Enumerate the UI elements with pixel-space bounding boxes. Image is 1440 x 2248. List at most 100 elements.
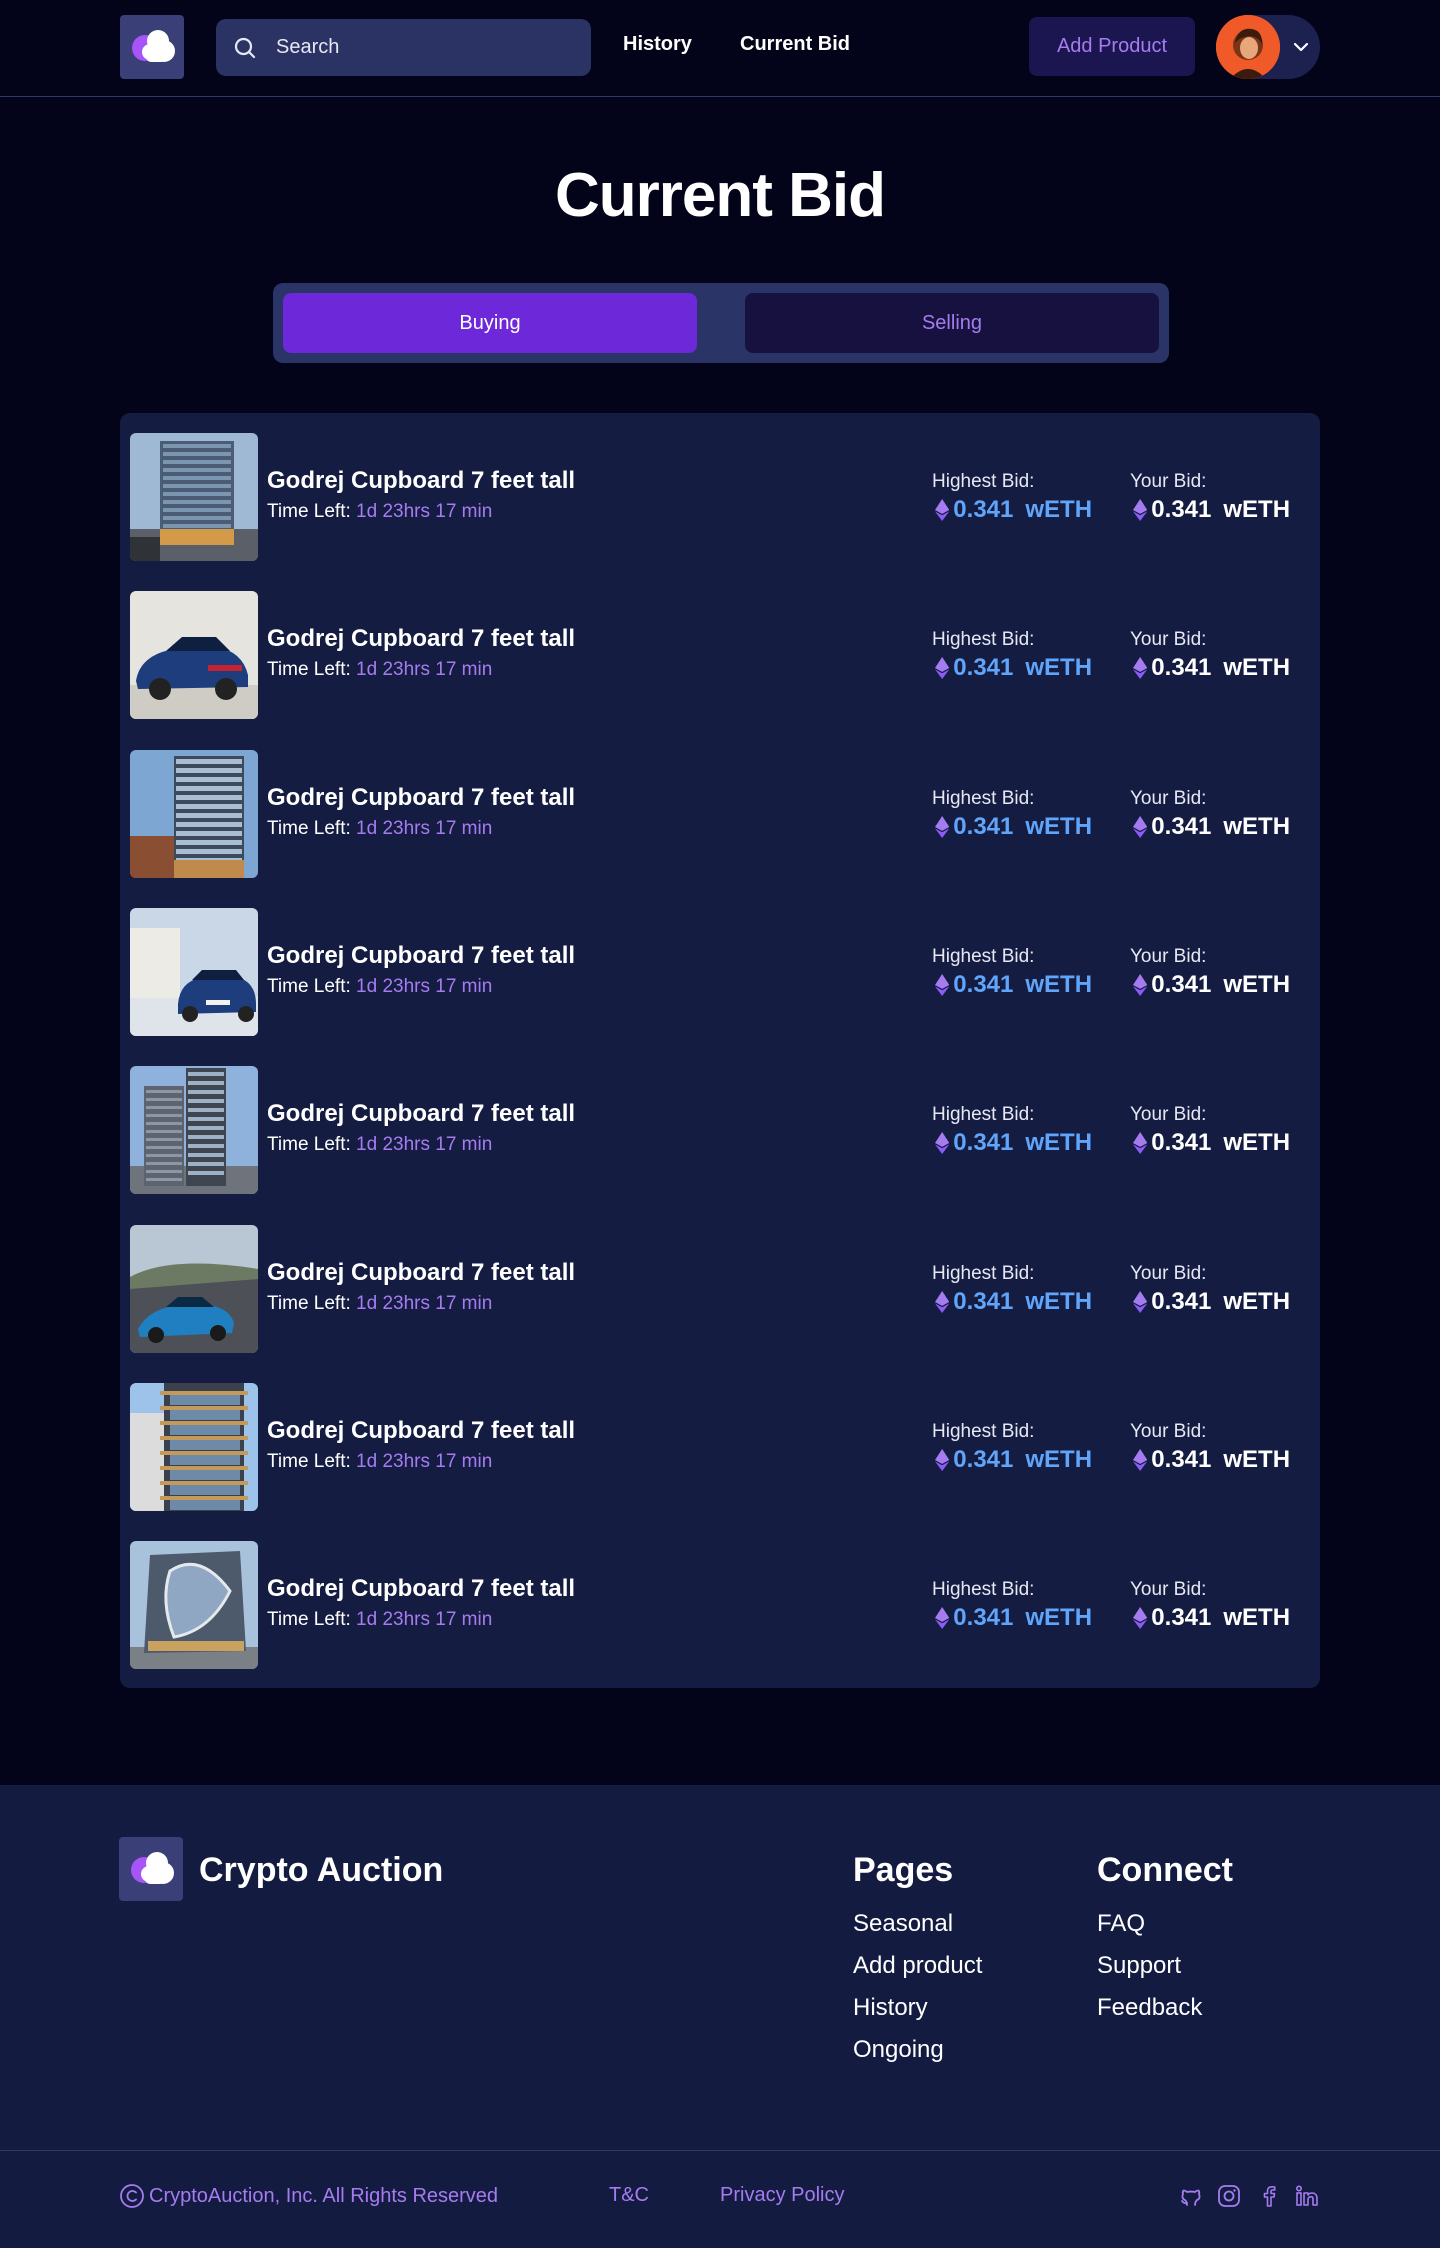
time-left-value: 1d 23hrs 17 min <box>356 1292 493 1314</box>
product-thumbnail[interactable] <box>130 433 258 561</box>
product-name[interactable]: Godrej Cupboard 7 feet tall <box>267 1575 575 1603</box>
privacy-policy-link[interactable]: Privacy Policy <box>720 2184 844 2207</box>
ethereum-icon <box>935 657 950 680</box>
bid-row[interactable]: Godrej Cupboard 7 feet tall Time Left: 1d… <box>130 1541 1310 1670</box>
ethereum-icon <box>1133 815 1148 838</box>
your-bid-amount: 0.341 wETH <box>1133 496 1290 524</box>
your-bid-unit: wETH <box>1223 654 1291 682</box>
time-left-value: 1d 23hrs 17 min <box>356 1134 493 1156</box>
highest-bid-value: 0.341 <box>953 496 1014 523</box>
product-thumbnail[interactable] <box>130 1224 258 1353</box>
footer-logo[interactable] <box>119 1837 183 1901</box>
product-thumbnail[interactable] <box>130 1382 258 1511</box>
cloud-logo-icon <box>132 30 175 62</box>
ethereum-icon <box>935 1607 950 1630</box>
highest-bid-value: 0.341 <box>953 654 1014 682</box>
your-bid-unit: wETH <box>1223 1287 1291 1315</box>
product-name[interactable]: Godrej Cupboard 7 feet tall <box>267 1259 575 1287</box>
bid-row[interactable]: Godrej Cupboard 7 feet tall Time Left: 1d… <box>130 749 1310 878</box>
nav-current-bid-link[interactable]: Current Bid <box>740 33 850 56</box>
bid-row[interactable]: Godrej Cupboard 7 feet tall Time Left: 1d… <box>130 1066 1310 1195</box>
your-bid-label: Your Bid: <box>1130 945 1207 967</box>
highest-bid-amount: 0.341 wETH <box>935 1604 1092 1632</box>
bid-row[interactable]: Godrej Cupboard 7 feet tall Time Left: 1d… <box>130 1224 1310 1353</box>
footer-link-support[interactable]: Support <box>1097 1952 1181 1980</box>
ethereum-icon <box>935 499 950 521</box>
highest-bid-unit: wETH <box>1025 812 1093 840</box>
footer-link-ongoing[interactable]: Ongoing <box>853 2036 944 2064</box>
highest-bid-label: Highest Bid: <box>932 1104 1035 1126</box>
footer-link-feedback[interactable]: Feedback <box>1097 1994 1202 2022</box>
github-icon[interactable] <box>1178 2183 1204 2209</box>
footer-pages-heading: Pages <box>853 1851 954 1889</box>
product-thumbnail[interactable] <box>130 591 258 720</box>
bid-row[interactable]: Godrej Cupboard 7 feet tall Time Left: 1d… <box>130 907 1310 1036</box>
search-box[interactable] <box>216 19 591 76</box>
product-name[interactable]: Godrej Cupboard 7 feet tall <box>267 467 575 495</box>
facebook-icon[interactable] <box>1256 2183 1282 2209</box>
highest-bid-label: Highest Bid: <box>932 945 1035 967</box>
instagram-icon[interactable] <box>1216 2183 1242 2209</box>
ethereum-icon <box>1133 499 1148 521</box>
ethereum-icon <box>1133 1132 1148 1155</box>
search-input[interactable] <box>276 19 576 76</box>
highest-bid-amount: 0.341 wETH <box>935 1129 1092 1157</box>
product-thumbnail[interactable] <box>130 749 258 878</box>
linkedin-icon[interactable] <box>1294 2183 1320 2209</box>
your-bid-unit: wETH <box>1223 812 1291 840</box>
ethereum-icon <box>1133 657 1148 680</box>
highest-bid-unit: wETH <box>1025 496 1093 523</box>
ethereum-icon <box>935 815 950 838</box>
time-left: Time Left: 1d 23hrs 17 min <box>267 1451 492 1473</box>
highest-bid-label: Highest Bid: <box>932 787 1035 809</box>
bid-row[interactable]: Godrej Cupboard 7 feet tall Time Left: 1d… <box>130 433 1310 561</box>
bid-row[interactable]: Godrej Cupboard 7 feet tall Time Left: 1d… <box>130 591 1310 720</box>
product-name[interactable]: Godrej Cupboard 7 feet tall <box>267 942 575 970</box>
highest-bid-label: Highest Bid: <box>932 471 1035 492</box>
your-bid-amount: 0.341 wETH <box>1133 1604 1290 1632</box>
ethereum-icon <box>1133 1290 1148 1313</box>
bid-row[interactable]: Godrej Cupboard 7 feet tall Time Left: 1d… <box>130 1382 1310 1511</box>
highest-bid-amount: 0.341 wETH <box>935 496 1092 524</box>
ethereum-icon <box>1133 1607 1148 1630</box>
footer-link-seasonal[interactable]: Seasonal <box>853 1910 953 1938</box>
product-thumbnail[interactable] <box>130 1541 258 1670</box>
app-logo[interactable] <box>120 15 184 79</box>
footer-connect-heading: Connect <box>1097 1851 1233 1889</box>
highest-bid-amount: 0.341 wETH <box>935 971 1092 999</box>
time-left-label: Time Left: <box>267 1134 351 1156</box>
product-thumbnail[interactable] <box>130 907 258 1036</box>
your-bid-label: Your Bid: <box>1130 1579 1207 1601</box>
top-nav-bar: History Current Bid Add Product <box>0 0 1440 97</box>
profile-menu[interactable] <box>1216 15 1320 79</box>
your-bid-unit: wETH <box>1223 1604 1291 1632</box>
highest-bid-value: 0.341 <box>953 1604 1014 1632</box>
ethereum-icon <box>1133 973 1148 996</box>
product-name[interactable]: Godrej Cupboard 7 feet tall <box>267 1100 575 1128</box>
tab-buying[interactable]: Buying <box>283 293 697 353</box>
terms-link[interactable]: T&C <box>609 2184 649 2207</box>
glass-apartment-building-image <box>130 749 258 878</box>
your-bid-unit: wETH <box>1223 496 1291 523</box>
copyright-icon <box>120 2184 144 2208</box>
time-left: Time Left: 1d 23hrs 17 min <box>267 1293 492 1315</box>
blue-sedan-rear-image <box>130 591 258 720</box>
highest-bid-unit: wETH <box>1025 1445 1093 1473</box>
your-bid-value: 0.341 <box>1151 1129 1212 1157</box>
footer-brand-name: Crypto Auction <box>199 1851 444 1889</box>
product-thumbnail[interactable] <box>130 1066 258 1195</box>
tab-selling[interactable]: Selling <box>745 293 1159 353</box>
copyright: CryptoAuction, Inc. All Rights Reserved <box>119 2183 498 2209</box>
time-left-value: 1d 23hrs 17 min <box>356 1450 493 1472</box>
add-product-button[interactable]: Add Product <box>1029 17 1195 76</box>
product-name[interactable]: Godrej Cupboard 7 feet tall <box>267 1417 575 1445</box>
product-name[interactable]: Godrej Cupboard 7 feet tall <box>267 625 575 653</box>
footer-link-add-product[interactable]: Add product <box>853 1952 982 1980</box>
footer-link-history[interactable]: History <box>853 1994 928 2022</box>
your-bid-label: Your Bid: <box>1130 1420 1207 1442</box>
product-name[interactable]: Godrej Cupboard 7 feet tall <box>267 784 575 812</box>
time-left-value: 1d 23hrs 17 min <box>356 501 493 522</box>
footer-link-faq[interactable]: FAQ <box>1097 1910 1145 1938</box>
nav-history-link[interactable]: History <box>623 33 692 56</box>
highest-bid-amount: 0.341 wETH <box>935 813 1092 841</box>
